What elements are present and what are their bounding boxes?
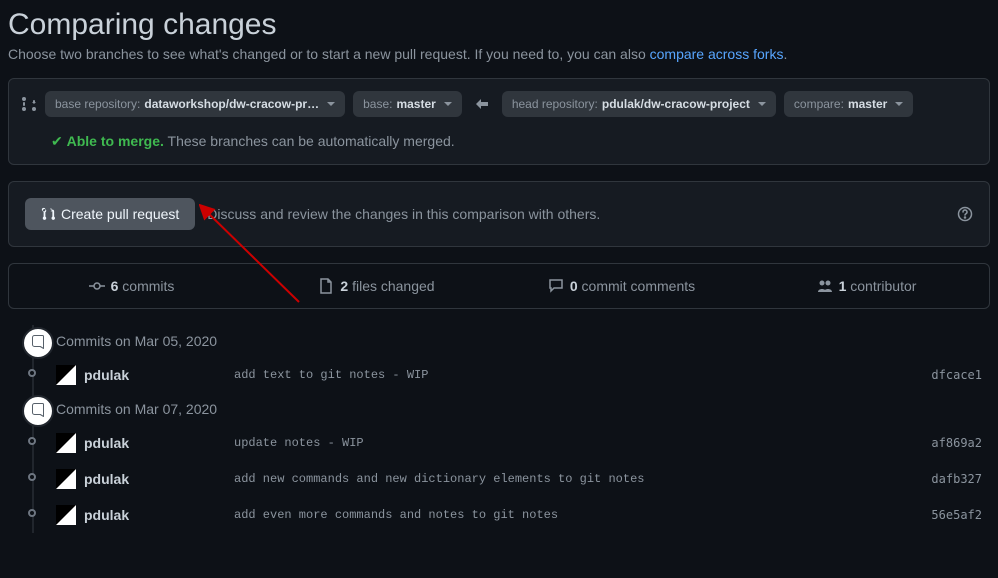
help-icon[interactable]: [957, 206, 973, 222]
commit-message[interactable]: update notes - WIP: [234, 436, 931, 450]
caret-icon: [895, 102, 903, 106]
commit-row[interactable]: pdulakadd new commands and new dictionar…: [50, 461, 990, 497]
commit-row[interactable]: pdulakadd even more commands and notes t…: [50, 497, 990, 533]
compare-range-box: base repository: dataworkshop/dw-cracow-…: [8, 78, 990, 165]
commit-dot-icon: [28, 369, 36, 377]
head-repo-select[interactable]: head repository: pdulak/dw-cracow-projec…: [502, 91, 776, 117]
caret-icon: [327, 102, 335, 106]
file-icon: [318, 278, 334, 294]
contributors-tab[interactable]: 1 contributor: [744, 264, 989, 308]
caret-icon: [444, 102, 452, 106]
commit-message[interactable]: add text to git notes - WIP: [234, 368, 931, 382]
commit-author[interactable]: pdulak: [84, 471, 234, 487]
merge-detail: These branches can be automatically merg…: [164, 133, 455, 149]
commits-timeline: Commits on Mar 05, 2020pdulakadd text to…: [8, 325, 990, 533]
commit-message[interactable]: add even more commands and notes to git …: [234, 508, 931, 522]
commit-author[interactable]: pdulak: [84, 435, 234, 451]
range-editor: base repository: dataworkshop/dw-cracow-…: [21, 87, 977, 125]
create-pr-label: Create pull request: [61, 206, 179, 222]
compare-forks-link[interactable]: compare across forks: [650, 46, 784, 62]
base-repo-select[interactable]: base repository: dataworkshop/dw-cracow-…: [45, 91, 345, 117]
commit-group-header: Commits on Mar 05, 2020: [56, 325, 990, 357]
page-title: Comparing changes: [8, 0, 990, 46]
commit-dot-icon: [28, 437, 36, 445]
create-pr-button[interactable]: Create pull request: [25, 198, 195, 230]
commit-dot-icon: [28, 509, 36, 517]
head-repo-value: pdulak/dw-cracow-project: [602, 97, 750, 111]
check-icon: ✔: [51, 133, 63, 149]
base-branch-select[interactable]: base: master: [353, 91, 462, 117]
compare-label: compare:: [794, 97, 844, 111]
commit-author[interactable]: pdulak: [84, 367, 234, 383]
commit-dot-icon: [28, 473, 36, 481]
subhead-suffix: .: [783, 46, 787, 62]
commits-tab[interactable]: 6 commits: [9, 264, 254, 308]
repo-push-icon: [22, 395, 54, 427]
stats-bar: 6 commits 2 files changed 0 commit comme…: [8, 263, 990, 309]
caret-icon: [758, 102, 766, 106]
avatar[interactable]: [56, 365, 76, 385]
commit-sha[interactable]: af869a2: [931, 436, 982, 450]
avatar[interactable]: [56, 433, 76, 453]
commit-date: Commits on Mar 05, 2020: [56, 333, 217, 349]
comments-tab[interactable]: 0 commit comments: [499, 264, 744, 308]
merge-status: ✔ Able to merge. These branches can be a…: [21, 125, 977, 152]
comment-icon: [548, 278, 564, 294]
commit-row[interactable]: pdulakadd text to git notes - WIPdfcace1: [50, 357, 990, 393]
base-label: base:: [363, 97, 392, 111]
commit-message[interactable]: add new commands and new dictionary elem…: [234, 472, 931, 486]
page-subhead: Choose two branches to see what's change…: [8, 46, 990, 62]
compare-branch-select[interactable]: compare: master: [784, 91, 913, 117]
commit-sha[interactable]: dfcace1: [931, 368, 982, 382]
commit-group-header: Commits on Mar 07, 2020: [56, 393, 990, 425]
compare-value: master: [848, 97, 887, 111]
commit-author[interactable]: pdulak: [84, 507, 234, 523]
pr-description: Discuss and review the changes in this c…: [207, 206, 957, 222]
commit-row[interactable]: pdulakupdate notes - WIPaf869a2: [50, 425, 990, 461]
arrow-left-icon: [470, 96, 494, 112]
comments-label: commit comments: [578, 278, 695, 294]
base-repo-label: base repository:: [55, 97, 140, 111]
repo-push-icon: [22, 327, 54, 359]
merge-status-text: Able to merge.: [67, 133, 164, 149]
commit-sha[interactable]: dafb327: [931, 472, 982, 486]
create-pr-box: Create pull request Discuss and review t…: [8, 181, 990, 247]
avatar[interactable]: [56, 469, 76, 489]
files-tab[interactable]: 2 files changed: [254, 264, 499, 308]
avatar[interactable]: [56, 505, 76, 525]
subhead-text: Choose two branches to see what's change…: [8, 46, 650, 62]
base-repo-value: dataworkshop/dw-cracow-pr…: [144, 97, 319, 111]
comments-count: 0: [570, 278, 578, 294]
commit-sha[interactable]: 56e5af2: [931, 508, 982, 522]
people-icon: [817, 278, 833, 294]
git-pull-request-icon: [41, 207, 55, 221]
commit-date: Commits on Mar 07, 2020: [56, 401, 217, 417]
commits-label: commits: [118, 278, 174, 294]
base-value: master: [396, 97, 435, 111]
head-repo-label: head repository:: [512, 97, 598, 111]
contributors-label: contributor: [846, 278, 916, 294]
compare-icon: [21, 96, 37, 112]
files-label: files changed: [348, 278, 434, 294]
commit-icon: [89, 278, 105, 294]
